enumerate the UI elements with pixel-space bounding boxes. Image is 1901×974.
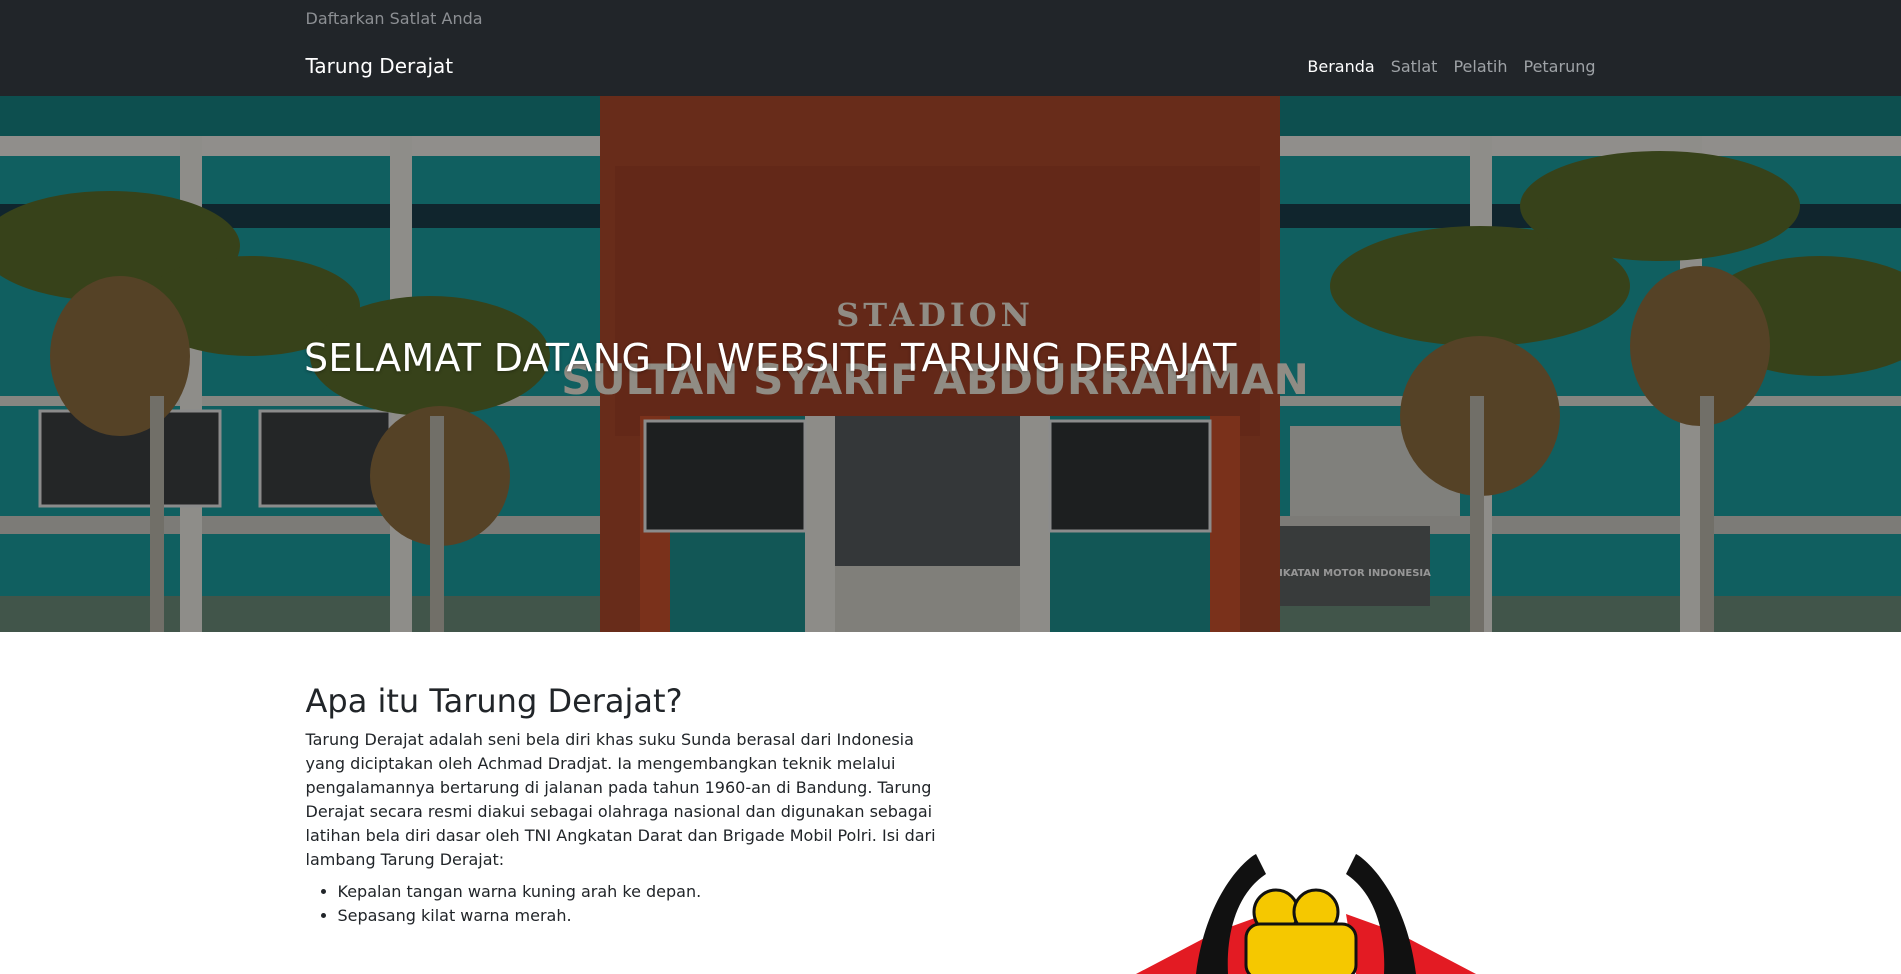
nav-petarung[interactable]: Petarung: [1523, 57, 1595, 76]
tarung-derajat-emblem-icon: [1135, 854, 1476, 974]
nav-satlat[interactable]: Satlat: [1391, 57, 1438, 76]
brand-link[interactable]: Tarung Derajat: [306, 54, 454, 78]
register-satlat-link[interactable]: Daftarkan Satlat Anda: [306, 9, 483, 28]
nav-pelatih[interactable]: Pelatih: [1453, 57, 1507, 76]
top-navbar: Daftarkan Satlat Anda Tarung Derajat Ber…: [0, 0, 1901, 96]
about-heading: Apa itu Tarung Derajat?: [305, 682, 683, 720]
nav-beranda[interactable]: Beranda: [1307, 57, 1374, 76]
hero-banner: STADION SULTAN SYARIF ABDURRAHMAN IKATAN…: [0, 96, 1901, 632]
main-nav: Beranda Satlat Pelatih Petarung: [1307, 57, 1595, 76]
about-paragraph: Tarung Derajat adalah seni bela diri kha…: [305, 730, 936, 869]
hero-title: SELAMAT DATANG DI WEBSITE TARUNG DERAJAT: [304, 336, 1237, 380]
navbar-container: Daftarkan Satlat Anda Tarung Derajat Ber…: [306, 0, 1596, 96]
about-section: Apa itu Tarung Derajat? Tarung Derajat a…: [305, 632, 1596, 974]
